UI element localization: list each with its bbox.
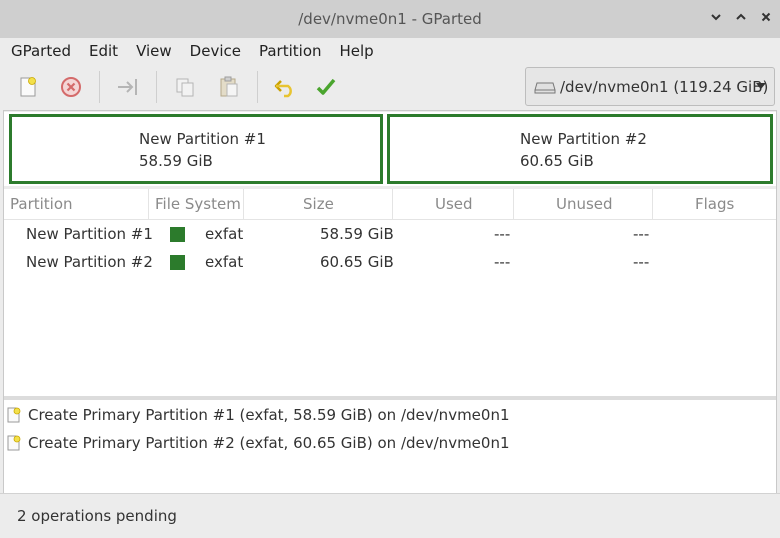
cell-size: 60.65 GiB	[320, 253, 394, 271]
new-partition-icon	[7, 435, 21, 451]
partition-block-name: New Partition #2	[520, 130, 647, 148]
menu-edit[interactable]: Edit	[79, 42, 126, 60]
resize-move-icon	[118, 79, 137, 95]
cell-file-system: exfat	[205, 253, 244, 271]
paste-button[interactable]	[216, 74, 242, 100]
column-flags[interactable]: Flags	[653, 189, 776, 219]
drive-icon	[534, 82, 556, 93]
menu-view[interactable]: View	[126, 42, 180, 60]
table-row[interactable]: New Partition #2 exfat 60.65 GiB --- ---	[4, 248, 776, 276]
cell-used: ---	[494, 225, 511, 243]
list-item[interactable]: Create Primary Partition #1 (exfat, 58.5…	[4, 401, 776, 429]
partition-block-2[interactable]: New Partition #2 60.65 GiB	[387, 114, 773, 184]
partition-block-size: 60.65 GiB	[520, 152, 594, 170]
operation-text: Create Primary Partition #1 (exfat, 58.5…	[28, 406, 510, 424]
cell-unused: ---	[633, 253, 650, 271]
menu-device[interactable]: Device	[180, 42, 249, 60]
cell-partition: New Partition #2	[26, 253, 153, 271]
copy-button[interactable]	[172, 74, 198, 100]
toolbar-separator	[257, 71, 258, 103]
paste-icon	[220, 76, 238, 97]
delete-icon	[61, 77, 81, 97]
delete-partition-button[interactable]	[58, 74, 84, 100]
status-text: 2 operations pending	[17, 507, 177, 525]
operation-text: Create Primary Partition #2 (exfat, 60.6…	[28, 434, 510, 452]
toolbar-separator	[99, 71, 100, 103]
gparted-window: /dev/nvme0n1 - GParted GParted Edit View…	[0, 0, 780, 538]
window-title: /dev/nvme0n1 - GParted	[298, 10, 482, 28]
undo-button[interactable]	[272, 74, 298, 100]
filesystem-color-swatch	[170, 227, 185, 242]
menu-help[interactable]: Help	[330, 42, 382, 60]
copy-icon	[176, 78, 194, 97]
maximize-icon[interactable]	[735, 10, 747, 24]
checkmark-icon	[316, 78, 336, 95]
undo-icon	[274, 80, 292, 98]
cell-partition: New Partition #1	[26, 225, 153, 243]
device-label: /dev/nvme0n1 (119.24 GiB)	[560, 77, 769, 96]
column-unused[interactable]: Unused	[514, 189, 653, 219]
resize-move-button[interactable]	[115, 74, 141, 100]
device-selector[interactable]: /dev/nvme0n1 (119.24 GiB)	[525, 67, 775, 106]
new-partition-icon	[7, 407, 21, 423]
cell-used: ---	[494, 253, 511, 271]
new-partition-button[interactable]	[15, 74, 41, 100]
cell-unused: ---	[633, 225, 650, 243]
table-row[interactable]: New Partition #1 exfat 58.59 GiB --- ---	[4, 220, 776, 248]
window-controls	[710, 10, 772, 24]
chevron-down-icon	[756, 83, 766, 89]
table-header: Partition File System Size Used Unused F…	[4, 189, 776, 220]
toolbar-separator	[156, 71, 157, 103]
partition-table: Partition File System Size Used Unused F…	[4, 189, 776, 396]
column-size[interactable]: Size	[244, 189, 393, 219]
list-item[interactable]: Create Primary Partition #2 (exfat, 60.6…	[4, 429, 776, 457]
filesystem-color-swatch	[170, 255, 185, 270]
new-partition-icon	[20, 77, 36, 97]
menu-bar: GParted Edit View Device Partition Help	[0, 38, 780, 64]
partition-block-name: New Partition #1	[139, 130, 266, 148]
apply-button[interactable]	[313, 74, 339, 100]
partition-block-size: 58.59 GiB	[139, 152, 213, 170]
cell-size: 58.59 GiB	[320, 225, 394, 243]
close-icon[interactable]	[760, 10, 772, 24]
partition-block-1[interactable]: New Partition #1 58.59 GiB	[9, 114, 383, 184]
partition-map: New Partition #1 58.59 GiB New Partition…	[4, 112, 776, 186]
pending-operations-list: Create Primary Partition #1 (exfat, 58.5…	[4, 400, 776, 493]
menu-gparted[interactable]: GParted	[0, 42, 79, 60]
menu-partition[interactable]: Partition	[249, 42, 330, 60]
title-bar[interactable]: /dev/nvme0n1 - GParted	[0, 0, 780, 38]
column-file-system[interactable]: File System	[149, 189, 244, 219]
minimize-icon[interactable]	[710, 10, 722, 24]
cell-file-system: exfat	[205, 225, 244, 243]
column-partition[interactable]: Partition	[4, 189, 149, 219]
column-used[interactable]: Used	[393, 189, 514, 219]
status-bar: 2 operations pending	[0, 493, 780, 538]
